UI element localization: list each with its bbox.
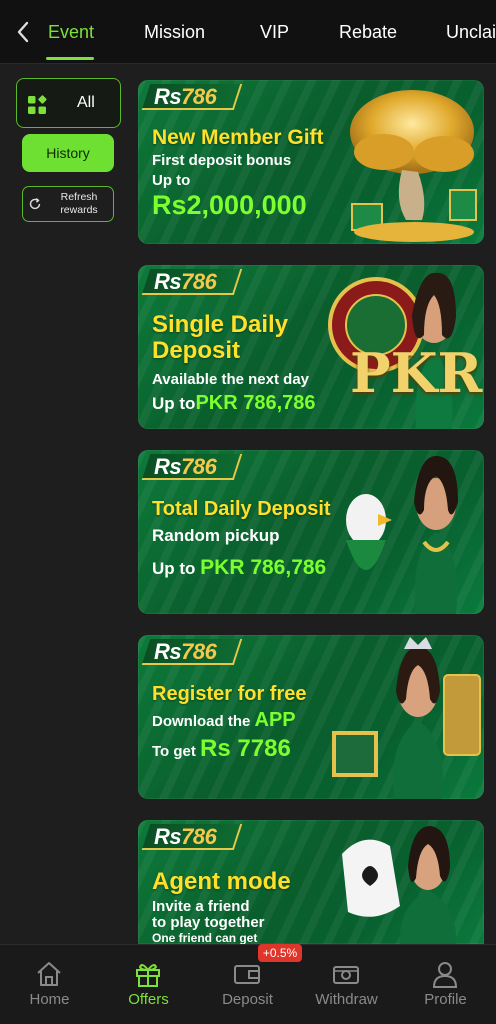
banner-line: Invite a friend (152, 898, 250, 915)
banner-total-daily-deposit[interactable]: Rs786 Total Daily Deposit Random pickup … (138, 450, 484, 614)
brand-logo: Rs786 (141, 452, 243, 482)
banner-line: Random pickup (152, 526, 280, 545)
banner-title: Register for free (152, 683, 307, 705)
money-tree-illustration (350, 90, 477, 242)
banner-single-daily-deposit[interactable]: Rs786 Single Daily Deposit Available the… (138, 265, 484, 429)
banner-amount-line: Up to PKR 786,786 (152, 556, 327, 579)
tab-event[interactable]: Event (48, 22, 94, 43)
refresh-icon (28, 197, 42, 211)
nav-label: Withdraw (315, 991, 378, 1008)
top-tab-bar: Event Mission VIP Rebate Unclai (0, 0, 496, 64)
banner-amount: Rs2,000,000 (152, 190, 307, 220)
banner-line: Download the APP (152, 709, 296, 731)
queen-slots-illustration (332, 637, 481, 799)
app-root: Event Mission VIP Rebate Unclai All Hist… (0, 0, 496, 1024)
banner-amount-line: To get Rs 7786 (152, 735, 291, 762)
cash-icon (333, 966, 359, 984)
eagle-woman-illustration (346, 456, 458, 614)
nav-home[interactable]: Home (0, 945, 99, 1024)
cards-woman-illustration (342, 826, 457, 944)
filter-all-label: All (77, 94, 95, 111)
brand-logo: Rs786 (141, 637, 243, 667)
banner-amount-line: Up toPKR 786,786 (152, 392, 316, 414)
banner-agent-mode[interactable]: Rs786 Agent mode Invite a friend to play… (138, 820, 484, 944)
banner-line: One friend can get (152, 931, 258, 944)
nav-label: Deposit (222, 991, 273, 1008)
refresh-rewards-label: Refresh rewards (60, 191, 98, 216)
wallet-icon (234, 965, 260, 984)
tab-unclaimed[interactable]: Unclai (446, 22, 496, 43)
banner-title: Deposit (152, 337, 241, 364)
tab-mission[interactable]: Mission (144, 22, 205, 43)
nav-offers[interactable]: Offers (99, 945, 198, 1024)
grid-icon (27, 95, 47, 115)
refresh-rewards-button[interactable]: Refresh rewards (22, 186, 114, 222)
banner-line: to play together (152, 914, 265, 931)
banner-title: Total Daily Deposit (152, 498, 331, 520)
bottom-navigation: Home Offers Deposit Withdraw Profile (0, 944, 496, 1024)
nav-withdraw[interactable]: Withdraw (297, 945, 396, 1024)
nav-label: Home (29, 991, 70, 1008)
banner-new-member-gift[interactable]: Rs786 New Member Gift First deposit bonu… (138, 80, 484, 244)
pkr-art-text: PKR (350, 341, 483, 405)
brand-logo: Rs786 (141, 267, 243, 297)
tab-rebate[interactable]: Rebate (339, 22, 397, 43)
back-arrow-icon[interactable] (12, 18, 36, 46)
home-icon (37, 962, 61, 986)
brand-logo: Rs786 (141, 82, 243, 112)
banner-title: New Member Gift (152, 126, 324, 149)
banner-title: Agent mode (152, 868, 291, 895)
filter-all-button[interactable]: All (16, 78, 121, 128)
gift-icon (136, 964, 160, 987)
nav-label: Offers (128, 991, 169, 1008)
person-icon (432, 962, 458, 988)
active-tab-indicator (46, 57, 94, 60)
brand-logo: Rs786 (141, 822, 243, 852)
banner-title: Single Daily (152, 311, 289, 338)
banner-line: Up to (152, 172, 191, 189)
banner-line: First deposit bonus (152, 152, 292, 169)
nav-profile[interactable]: Profile (396, 945, 495, 1024)
nav-label: Profile (424, 991, 467, 1008)
tab-vip[interactable]: VIP (260, 22, 289, 43)
banner-register-free[interactable]: Rs786 Register for free Download the APP… (138, 635, 484, 799)
banner-line: Available the next day (152, 371, 310, 388)
history-button[interactable]: History (22, 134, 114, 172)
deposit-bonus-badge: +0.5% (258, 944, 302, 962)
